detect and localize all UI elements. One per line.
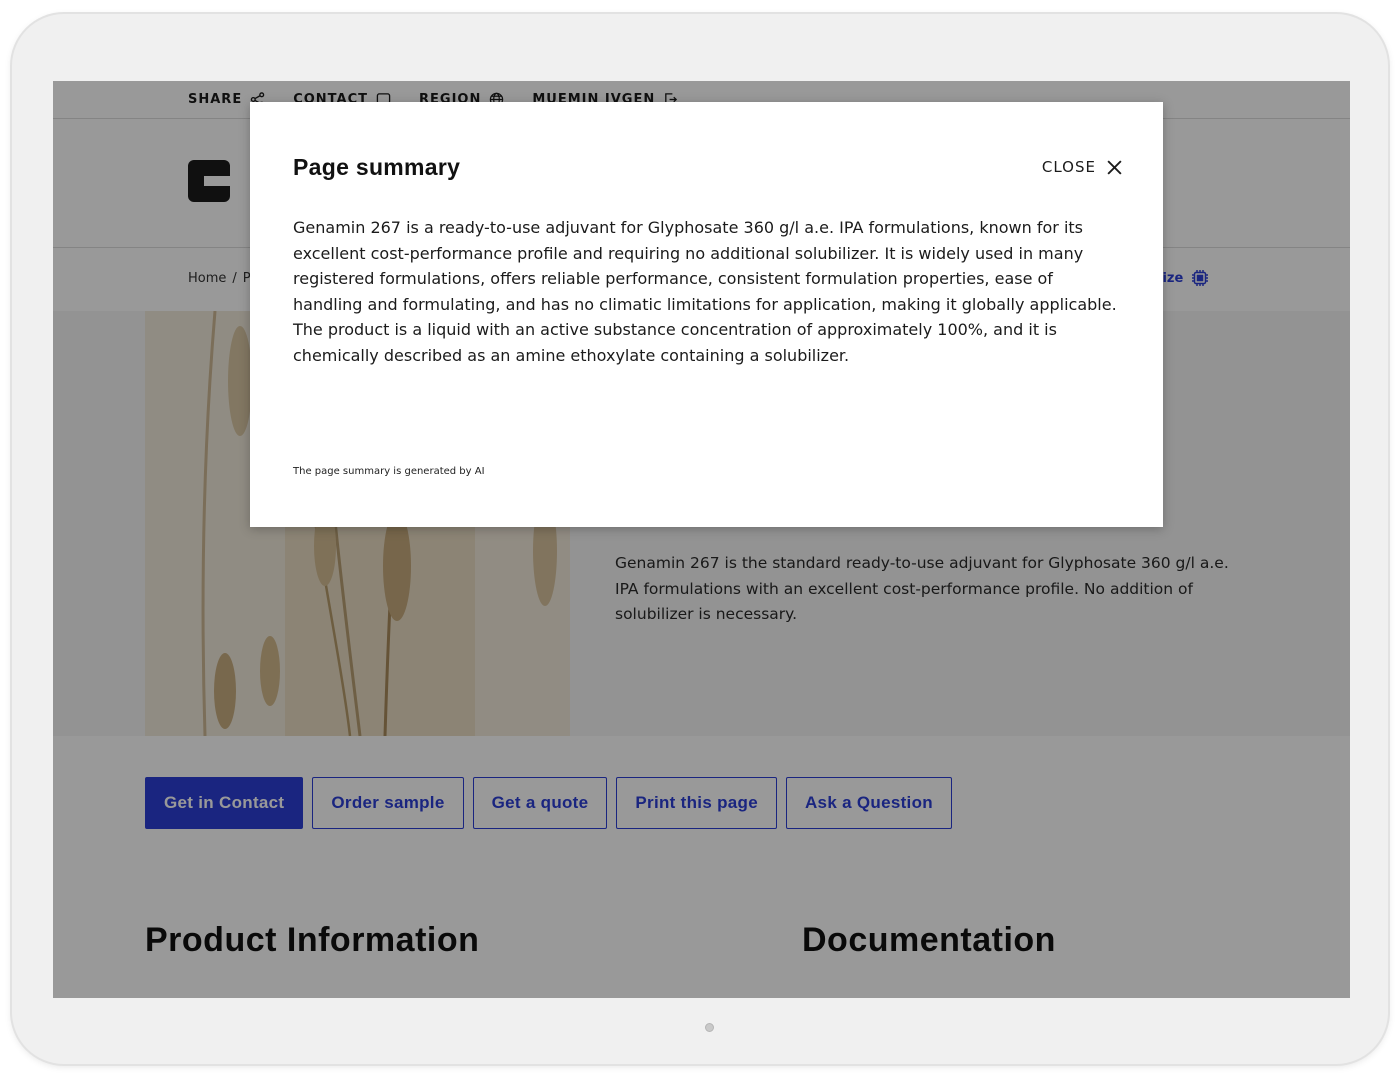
- close-icon: [1107, 159, 1122, 175]
- home-button[interactable]: [705, 1023, 714, 1032]
- modal-title: Page summary: [293, 154, 461, 180]
- summary-text: Genamin 267 is a ready-to-use adjuvant f…: [293, 218, 1117, 365]
- close-button[interactable]: CLOSE: [1042, 158, 1123, 176]
- ai-disclaimer: The page summary is generated by AI: [293, 466, 485, 477]
- screen: SHARE CONTACT REGION MUEMIN IVGEN Home /…: [53, 81, 1350, 998]
- page-summary-modal: Page summary CLOSE Genamin 267 is a read…: [250, 102, 1163, 527]
- close-label: CLOSE: [1041, 158, 1096, 176]
